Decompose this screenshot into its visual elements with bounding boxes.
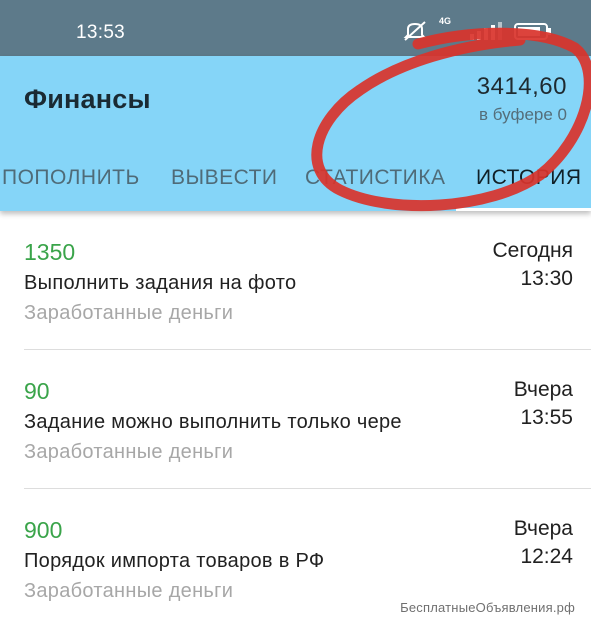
item-amount: 1350 — [24, 239, 76, 265]
page-title: Финансы — [24, 84, 151, 114]
signal-icon — [470, 22, 502, 40]
list-item[interactable]: 90 Задание можно выполнить только чере З… — [0, 350, 591, 489]
item-day: Сегодня — [492, 239, 573, 262]
mute-icon — [403, 21, 427, 41]
battery-icon — [514, 23, 551, 40]
app-bar: Финансы 3414,60 в буфере 0 ПОПОЛНИТЬ ВЫВ… — [0, 56, 591, 211]
tab-history[interactable]: ИСТОРИЯ — [476, 166, 582, 190]
finance-screen: 13:53 4G Финансы 3414,60 в буфере 0 ПОПО… — [0, 0, 591, 622]
item-day: Вчера — [513, 517, 573, 540]
tab-statistics[interactable]: СТАТИСТИКА — [305, 166, 446, 190]
status-time: 13:53 — [76, 22, 126, 43]
network-type: 4G — [439, 16, 452, 26]
item-amount: 900 — [24, 517, 63, 543]
tab-bar: ПОПОЛНИТЬ ВЫВЕСТИ СТАТИСТИКА ИСТОРИЯ — [0, 160, 591, 211]
status-bar: 13:53 4G — [0, 0, 591, 56]
buffer-amount: в буфере 0 — [479, 105, 567, 124]
balance-amount: 3414,60 — [476, 73, 567, 100]
item-subtitle: Заработанные деньги — [24, 441, 234, 463]
history-list: 1350 Выполнить задания на фото Заработан… — [0, 211, 591, 622]
list-item[interactable]: 1350 Выполнить задания на фото Заработан… — [0, 211, 591, 350]
item-title: Выполнить задания на фото — [24, 272, 297, 294]
status-icons: 4G — [402, 16, 562, 42]
tab-deposit[interactable]: ПОПОЛНИТЬ — [2, 166, 140, 190]
item-day: Вчера — [513, 378, 573, 401]
item-title: Порядок импорта товаров в РФ — [24, 550, 325, 572]
item-subtitle: Заработанные деньги — [24, 580, 234, 602]
item-title: Задание можно выполнить только чере — [24, 411, 402, 433]
watermark: БесплатныеОбъявления.рф — [400, 600, 575, 615]
item-time: 12:24 — [520, 545, 573, 568]
item-amount: 90 — [24, 378, 50, 404]
active-tab-indicator — [456, 208, 591, 211]
tab-withdraw[interactable]: ВЫВЕСТИ — [171, 166, 278, 190]
item-subtitle: Заработанные деньги — [24, 302, 234, 324]
item-time: 13:55 — [520, 406, 573, 429]
item-time: 13:30 — [520, 267, 573, 290]
